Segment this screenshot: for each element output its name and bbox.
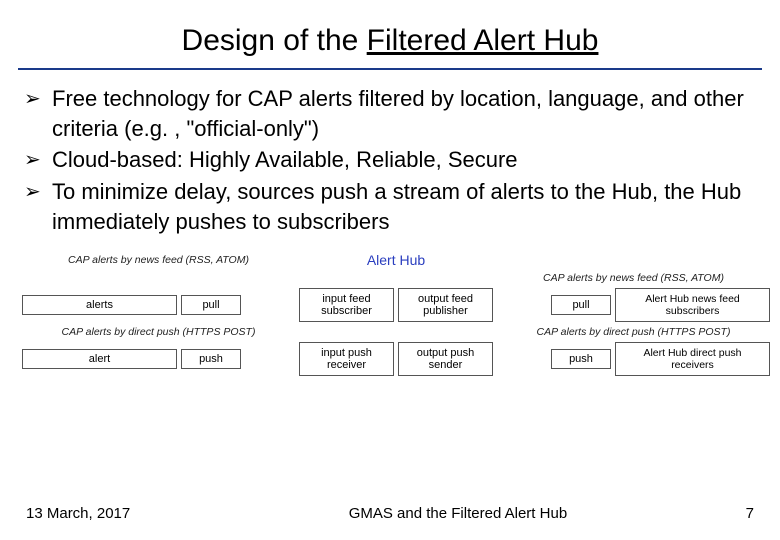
title-prefix: Design of the bbox=[182, 24, 367, 57]
slide-footer: 13 March, 2017 GMAS and the Filtered Ale… bbox=[0, 505, 780, 522]
right-pull-box: pull bbox=[551, 295, 611, 315]
hub-title: Alert Hub bbox=[299, 252, 493, 268]
page-number: 7 bbox=[746, 505, 754, 522]
right-feed-label: CAP alerts by news feed (RSS, ATOM) bbox=[497, 272, 770, 284]
arrow-icon: ➢ bbox=[24, 84, 52, 143]
footer-date: 13 March, 2017 bbox=[26, 505, 130, 522]
list-item: ➢ To minimize delay, sources push a stre… bbox=[24, 177, 750, 236]
right-push-box: push bbox=[551, 349, 611, 369]
slide-title: Design of the Filtered Alert Hub bbox=[0, 0, 780, 64]
right-push-label: CAP alerts by direct push (HTTPS POST) bbox=[497, 326, 770, 338]
list-item: ➢ Cloud-based: Highly Available, Reliabl… bbox=[24, 145, 750, 175]
bullet-text: Cloud-based: Highly Available, Reliable,… bbox=[52, 145, 750, 175]
list-item: ➢ Free technology for CAP alerts filtere… bbox=[24, 84, 750, 143]
output-push-sender-box: output push sender bbox=[398, 342, 493, 376]
left-feed-label: CAP alerts by news feed (RSS, ATOM) bbox=[22, 254, 295, 266]
arrow-icon: ➢ bbox=[24, 177, 52, 236]
pull-box: pull bbox=[181, 295, 241, 315]
alerts-box: alerts bbox=[22, 295, 177, 315]
alert-box: alert bbox=[22, 349, 177, 369]
arrow-icon: ➢ bbox=[24, 145, 52, 175]
news-feed-subscribers-box: Alert Hub news feed subscribers bbox=[615, 288, 770, 322]
left-push-box: push bbox=[181, 349, 241, 369]
left-push-label: CAP alerts by direct push (HTTPS POST) bbox=[22, 326, 295, 338]
footer-title: GMAS and the Filtered Alert Hub bbox=[130, 505, 745, 522]
architecture-diagram: CAP alerts by news feed (RSS, ATOM) Aler… bbox=[22, 252, 758, 376]
bullet-text: To minimize delay, sources push a stream… bbox=[52, 177, 750, 236]
title-divider bbox=[18, 68, 762, 70]
input-feed-subscriber-box: input feed subscriber bbox=[299, 288, 394, 322]
title-link-text: Filtered Alert Hub bbox=[367, 24, 599, 57]
output-feed-publisher-box: output feed publisher bbox=[398, 288, 493, 322]
bullet-text: Free technology for CAP alerts filtered … bbox=[52, 84, 750, 143]
input-push-receiver-box: input push receiver bbox=[299, 342, 394, 376]
direct-push-receivers-box: Alert Hub direct push receivers bbox=[615, 342, 770, 376]
bullet-list: ➢ Free technology for CAP alerts filtere… bbox=[0, 84, 780, 236]
